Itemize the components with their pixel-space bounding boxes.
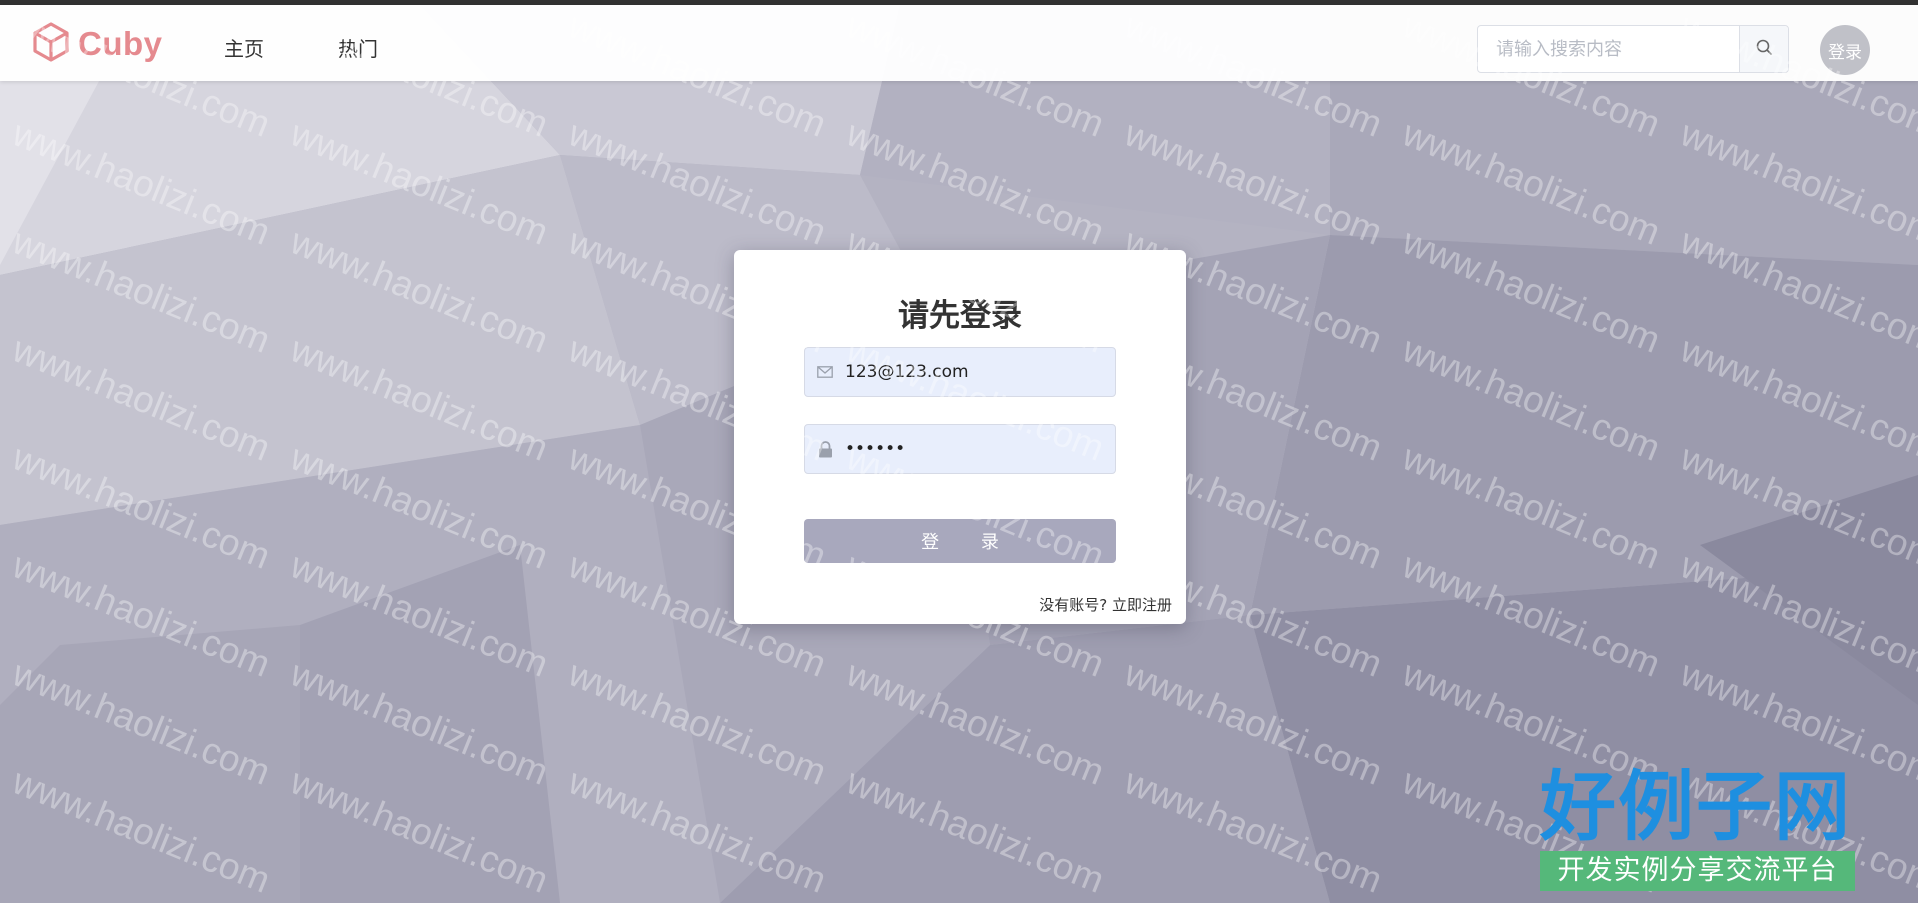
search-input[interactable] bbox=[1478, 26, 1739, 72]
nav-item-home[interactable]: 主页 bbox=[224, 29, 264, 69]
envelope-icon bbox=[805, 366, 845, 378]
search-icon bbox=[1755, 38, 1773, 60]
brand-subtitle: 开发实例分享交流平台 bbox=[1540, 851, 1855, 891]
register-row: 没有账号? 立即注册 bbox=[1039, 594, 1172, 615]
top-navbar: Cuby 主页 热门 登录 bbox=[0, 5, 1918, 81]
login-card: 请先登录 登 录 没有账号? 立即注册 bbox=[734, 250, 1186, 624]
login-button[interactable]: 登 录 bbox=[804, 519, 1116, 563]
search-box bbox=[1477, 25, 1789, 73]
password-field-wrapper bbox=[804, 424, 1116, 474]
login-avatar[interactable]: 登录 bbox=[1820, 25, 1870, 75]
password-field[interactable] bbox=[845, 439, 1115, 459]
lock-icon bbox=[805, 440, 845, 458]
logo-text: Cuby bbox=[78, 25, 163, 62]
logo[interactable]: Cuby bbox=[32, 21, 163, 67]
brand-title: 好例子网 bbox=[1540, 762, 1852, 851]
main-nav: 主页 热门 bbox=[224, 29, 452, 69]
nav-item-hot[interactable]: 热门 bbox=[338, 29, 378, 69]
email-field[interactable] bbox=[845, 362, 1115, 382]
login-title: 请先登录 bbox=[898, 298, 1022, 334]
search-button[interactable] bbox=[1739, 26, 1788, 72]
cube-icon bbox=[32, 21, 70, 67]
register-prompt: 没有账号? bbox=[1039, 596, 1108, 614]
brand-watermark: 好例子网 开发实例分享交流平台 bbox=[1540, 765, 1855, 895]
email-field-wrapper bbox=[804, 347, 1116, 397]
register-link[interactable]: 立即注册 bbox=[1112, 596, 1172, 614]
